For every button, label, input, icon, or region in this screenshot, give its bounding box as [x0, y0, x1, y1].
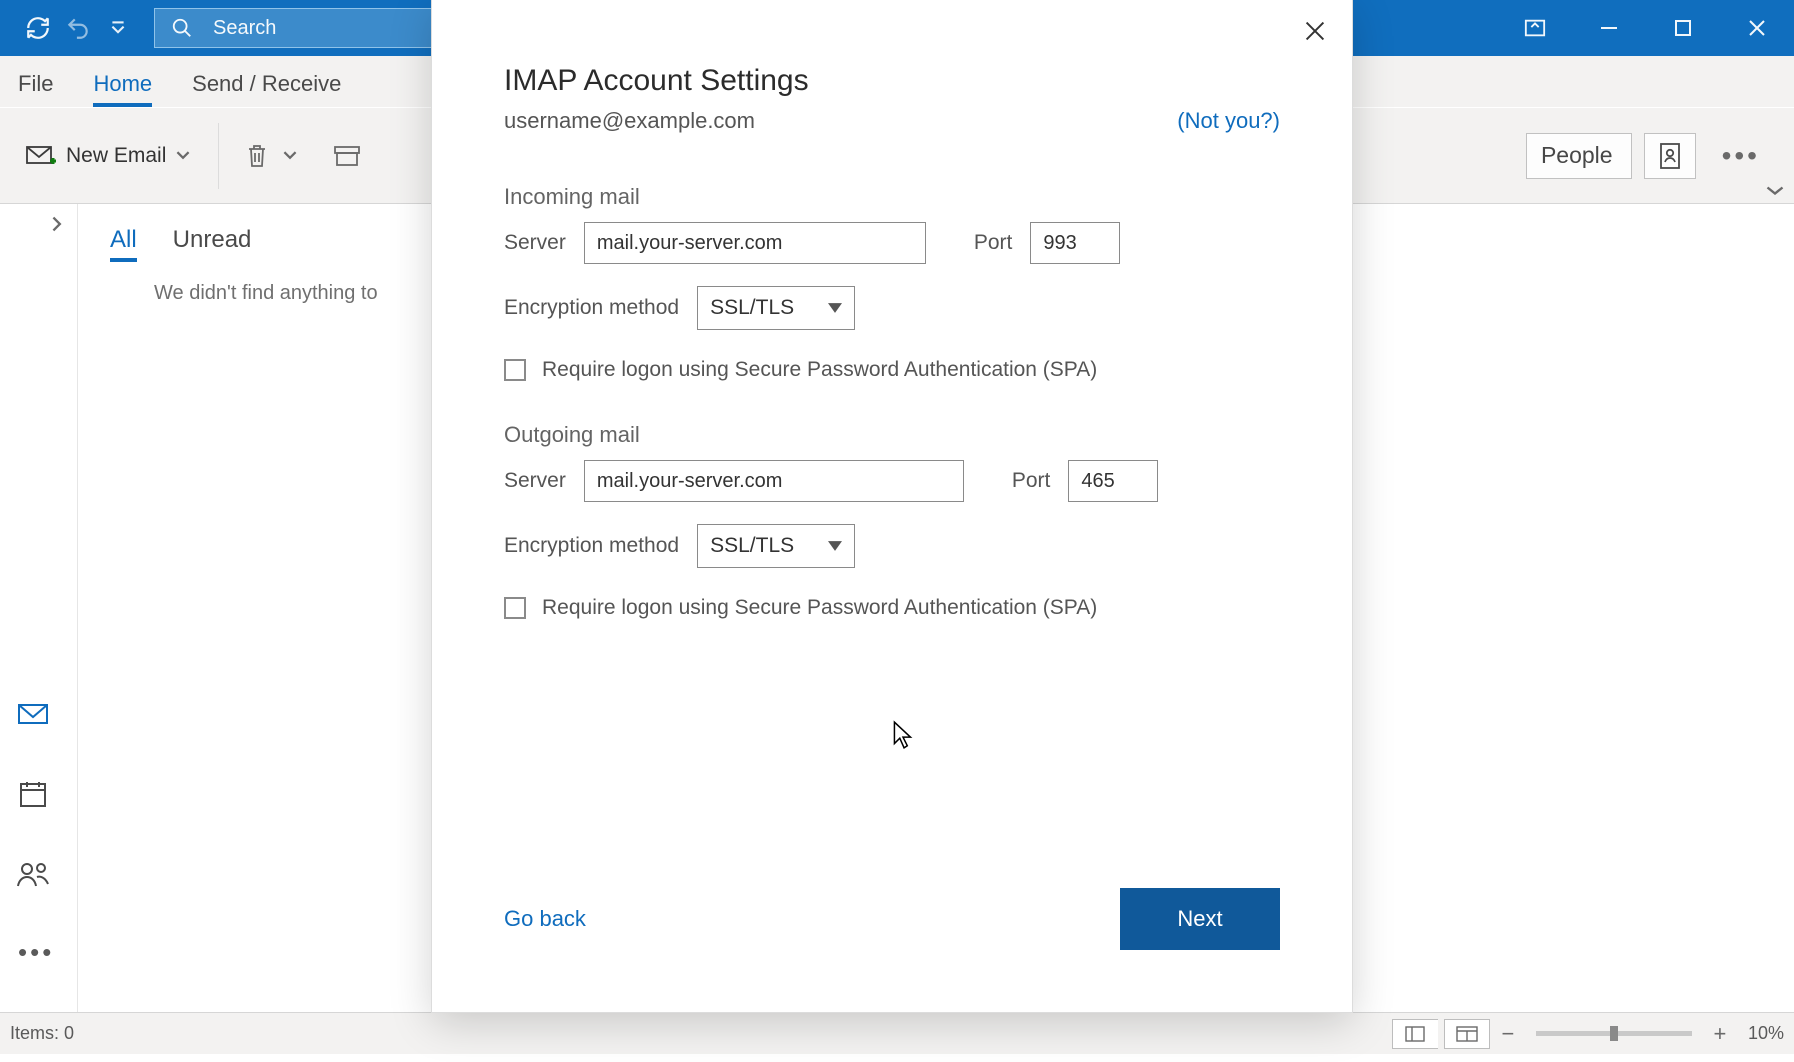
find-people-label: People [1541, 142, 1613, 169]
filter-tab-unread[interactable]: Unread [173, 226, 252, 262]
sync-icon[interactable] [22, 12, 54, 44]
chevron-down-icon[interactable] [283, 148, 299, 164]
new-email-button[interactable]: New Email [18, 138, 200, 174]
chevron-down-icon [828, 303, 842, 313]
maximize-icon[interactable] [1660, 5, 1706, 51]
expand-folder-pane-icon[interactable] [0, 204, 77, 244]
incoming-encryption-value: SSL/TLS [710, 296, 794, 320]
qat-customize-icon[interactable] [108, 12, 128, 44]
incoming-heading: Incoming mail [504, 184, 1280, 210]
trash-icon [245, 142, 269, 170]
incoming-server-input[interactable] [584, 222, 926, 264]
close-window-icon[interactable] [1734, 5, 1780, 51]
address-book-icon [1657, 142, 1683, 170]
find-people-box[interactable]: People [1526, 133, 1632, 179]
next-button[interactable]: Next [1120, 888, 1280, 950]
zoom-in-button[interactable]: + [1708, 1022, 1732, 1046]
not-you-link[interactable]: (Not you?) [1177, 108, 1280, 134]
outgoing-port-label: Port [1012, 469, 1051, 493]
zoom-slider-thumb[interactable] [1610, 1026, 1618, 1041]
address-book-button[interactable] [1644, 133, 1696, 179]
archive-button[interactable] [325, 138, 369, 174]
imap-settings-dialog: IMAP Account Settings username@example.c… [432, 0, 1352, 1012]
nav-rail-icons: ••• [0, 697, 77, 1012]
incoming-port-label: Port [974, 231, 1013, 255]
view-normal-button[interactable] [1392, 1019, 1438, 1049]
archive-icon [333, 144, 361, 168]
dialog-close-button[interactable] [1298, 14, 1332, 48]
status-bar: Items: 0 − + 10% [0, 1012, 1794, 1054]
view-reading-button[interactable] [1444, 1019, 1490, 1049]
incoming-spa-label: Require logon using Secure Password Auth… [542, 358, 1097, 382]
chevron-down-icon [828, 541, 842, 551]
search-placeholder: Search [213, 17, 276, 40]
next-button-label: Next [1177, 906, 1222, 932]
ribbon-group-delete [219, 108, 317, 203]
tab-file[interactable]: File [18, 71, 53, 107]
chevron-down-icon [176, 148, 192, 164]
mail-nav-icon[interactable] [16, 697, 50, 731]
new-email-label: New Email [66, 144, 166, 168]
outgoing-encryption-select[interactable]: SSL/TLS [697, 524, 855, 568]
delete-button[interactable] [237, 136, 277, 176]
ribbon-group-new: New Email [0, 108, 218, 203]
people-nav-icon[interactable] [16, 857, 50, 891]
status-item-count: Items: 0 [10, 1023, 74, 1044]
mail-plus-icon [26, 144, 56, 168]
nav-more-icon[interactable]: ••• [16, 937, 77, 968]
outgoing-encryption-value: SSL/TLS [710, 534, 794, 558]
outgoing-port-input[interactable] [1068, 460, 1158, 502]
incoming-port-input[interactable] [1030, 222, 1120, 264]
undo-icon[interactable] [62, 12, 94, 44]
outgoing-spa-label: Require logon using Secure Password Auth… [542, 596, 1097, 620]
ribbon-group-archive [317, 108, 387, 203]
ribbon-overflow-button[interactable]: ••• [1708, 140, 1774, 172]
outgoing-spa-checkbox[interactable] [504, 597, 526, 619]
incoming-encryption-label: Encryption method [504, 296, 679, 320]
tab-send-receive[interactable]: Send / Receive [192, 71, 341, 107]
dialog-email: username@example.com [504, 108, 755, 134]
window-controls [1512, 5, 1794, 51]
ribbon-display-options-icon[interactable] [1512, 5, 1558, 51]
outgoing-server-label: Server [504, 469, 566, 493]
outgoing-server-input[interactable] [584, 460, 964, 502]
incoming-spa-checkbox[interactable] [504, 359, 526, 381]
calendar-nav-icon[interactable] [16, 777, 50, 811]
go-back-link[interactable]: Go back [504, 906, 586, 932]
incoming-server-label: Server [504, 231, 566, 255]
zoom-slider[interactable] [1536, 1031, 1692, 1036]
outgoing-heading: Outgoing mail [504, 422, 1280, 448]
outgoing-encryption-label: Encryption method [504, 534, 679, 558]
filter-tab-all[interactable]: All [110, 226, 137, 262]
collapse-ribbon-icon[interactable] [1762, 179, 1788, 199]
dialog-title: IMAP Account Settings [504, 64, 1280, 98]
tab-home[interactable]: Home [93, 71, 152, 107]
status-right: − + 10% [1392, 1019, 1784, 1049]
nav-rail: ••• [0, 204, 78, 1012]
zoom-out-button[interactable]: − [1496, 1022, 1520, 1046]
incoming-encryption-select[interactable]: SSL/TLS [697, 286, 855, 330]
search-icon [171, 17, 193, 39]
minimize-icon[interactable] [1586, 5, 1632, 51]
ribbon-right: People ••• [1526, 133, 1794, 179]
zoom-percent: 10% [1748, 1023, 1784, 1044]
